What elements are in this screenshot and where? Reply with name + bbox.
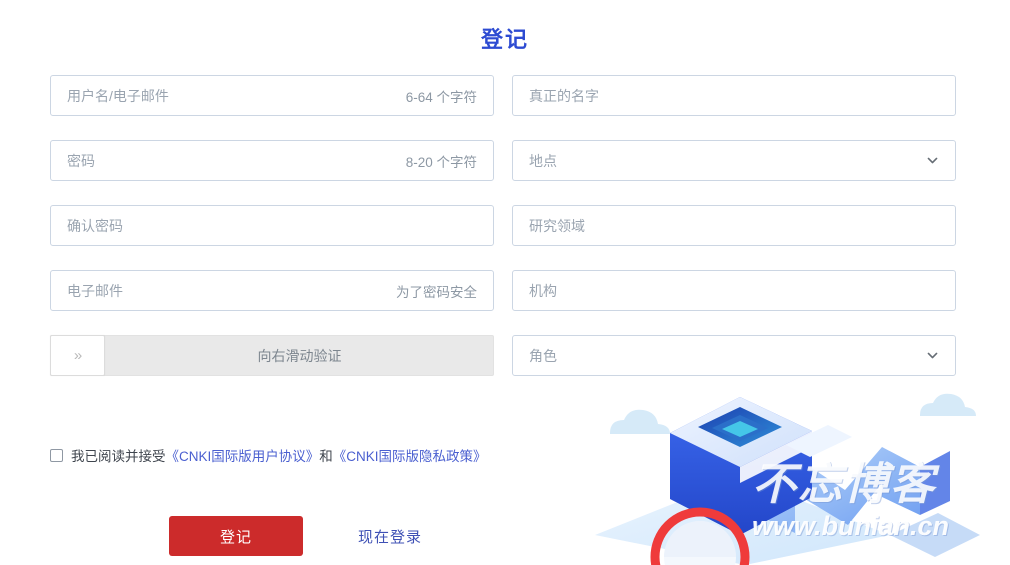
username-email-placeholder: 用户名/电子邮件 (67, 87, 169, 104)
agreement-conjunction: 和 (319, 449, 333, 464)
role-select[interactable]: 角色 (512, 335, 956, 376)
location-placeholder: 地点 (529, 152, 557, 169)
privacy-policy-link[interactable]: 《CNKI国际版隐私政策》 (333, 445, 487, 465)
slider-handle[interactable]: » (50, 334, 105, 376)
email-input[interactable]: 电子邮件 为了密码安全 (50, 270, 494, 311)
slider-captcha[interactable]: » 向右滑动验证 (50, 334, 494, 376)
watermark-brand: 不忘博客 (752, 460, 936, 509)
page-title: 登记 (480, 27, 529, 52)
double-chevron-right-icon: » (73, 346, 82, 364)
user-agreement-link[interactable]: 《CNKI国际版用户协议》 (166, 445, 320, 465)
slider-captcha-label: 向右滑动验证 (257, 347, 342, 364)
research-field-placeholder: 研究领域 (529, 217, 585, 234)
register-button[interactable]: 登记 (169, 516, 303, 556)
institution-input[interactable]: 机构 (512, 270, 956, 311)
chevron-down-icon (926, 349, 939, 362)
username-email-input[interactable]: 用户名/电子邮件 6-64 个字符 (50, 75, 494, 116)
real-name-input[interactable]: 真正的名字 (512, 75, 956, 116)
real-name-placeholder: 真正的名字 (529, 87, 599, 104)
location-select[interactable]: 地点 (512, 140, 956, 181)
login-now-link[interactable]: 现在登录 (358, 526, 422, 547)
password-placeholder: 密码 (67, 152, 95, 169)
research-field-input[interactable]: 研究领域 (512, 205, 956, 246)
form-actions: 登记 现在登录 (169, 516, 422, 556)
confirm-password-input[interactable]: 确认密码 (50, 205, 494, 246)
watermark: 不忘博客 www.bunian.cn (752, 463, 1010, 563)
role-placeholder: 角色 (529, 347, 557, 364)
email-hint: 为了密码安全 (396, 284, 477, 300)
username-email-hint: 6-64 个字符 (405, 89, 477, 105)
agreement-text: 我已阅读并接受 (71, 449, 166, 464)
form-column-right: 真正的名字 地点 研究领域 机构 角色 (512, 75, 956, 400)
confirm-password-placeholder: 确认密码 (67, 217, 123, 234)
institution-placeholder: 机构 (529, 282, 557, 299)
agreement-row: 我已阅读并接受 《CNKI国际版用户协议》 和 《CNKI国际版隐私政策》 (50, 445, 487, 465)
watermark-url: www.bunian.cn (752, 511, 950, 541)
password-input[interactable]: 密码 8-20 个字符 (50, 140, 494, 181)
email-placeholder: 电子邮件 (67, 282, 123, 299)
chip-icon (698, 407, 782, 447)
password-hint: 8-20 个字符 (405, 154, 477, 170)
gauge-ring (650, 507, 750, 565)
agreement-checkbox[interactable] (50, 448, 63, 462)
chevron-down-icon (926, 154, 939, 167)
form-column-left: 用户名/电子邮件 6-64 个字符 密码 8-20 个字符 确认密码 电子邮件 … (50, 75, 494, 400)
registration-page: 登记 用户名/电子邮件 6-64 个字符 密码 8-20 个字符 确认密码 电子… (0, 0, 1010, 565)
illustration: 不忘博客 www.bunian.cn (590, 385, 1010, 565)
